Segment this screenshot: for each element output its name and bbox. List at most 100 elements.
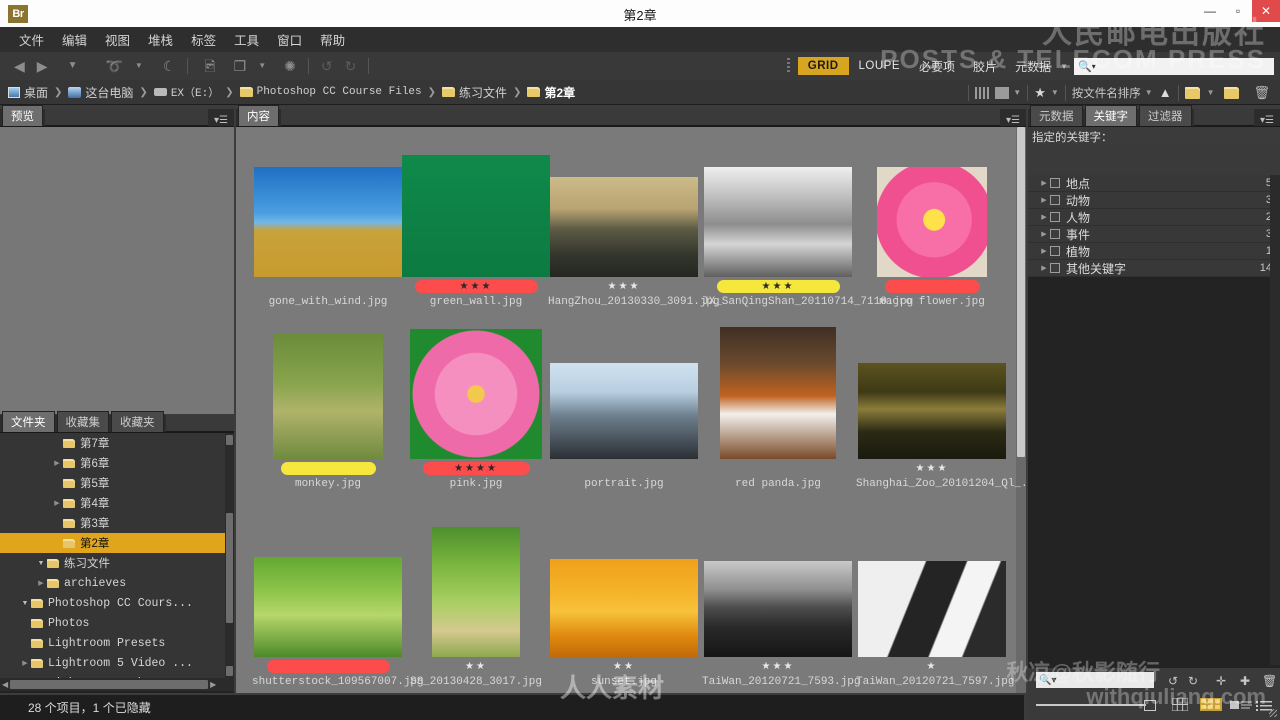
rotate-cw-icon-bottom[interactable]: ↻ (1188, 674, 1198, 688)
new-folder-icon[interactable] (1224, 86, 1240, 99)
chevron-right-icon[interactable]: ▶ (1038, 196, 1050, 204)
thumbnail-image[interactable] (720, 327, 836, 459)
thumbnail-image[interactable] (254, 167, 402, 277)
thumbnail-cell[interactable]: ★★ sunset.jpg (548, 517, 700, 689)
keyword-checkbox[interactable] (1050, 195, 1060, 205)
color-label-chip[interactable]: ★★★ (716, 280, 840, 293)
chevron-right-icon[interactable]: ▶ (36, 579, 46, 587)
tab-preview[interactable]: 预览 (2, 105, 43, 126)
thumbnail-cell[interactable]: ★★★★ pink.jpg (400, 319, 552, 491)
breadcrumb-item-chapter2[interactable]: 第2章 (527, 84, 575, 101)
resize-grip-icon[interactable] (1269, 709, 1277, 717)
thumbnail-cell[interactable]: portrait.jpg (548, 319, 700, 491)
tab-keywords[interactable]: 关键字 (1084, 105, 1137, 126)
thumbnail-image[interactable] (550, 559, 698, 657)
keyword-row[interactable]: ▶ 动物 3 (1028, 192, 1280, 209)
folder-tree-item[interactable]: ▶ 第4章 (0, 493, 234, 513)
thumbnail-image[interactable] (432, 527, 520, 657)
search-chevron-down-icon[interactable]: ▾ (1092, 62, 1096, 71)
thumbnail-image[interactable] (704, 167, 852, 277)
close-button[interactable]: ✕ (1252, 0, 1280, 22)
rating-stars[interactable]: ★★★ (762, 280, 795, 293)
sort-direction-icon[interactable]: ▲ (1159, 85, 1172, 100)
chevron-right-icon[interactable]: ▶ (1038, 213, 1050, 221)
keyword-checkbox[interactable] (1050, 263, 1060, 273)
hscroll-right-arrow-icon[interactable]: ▶ (208, 680, 218, 689)
folder-tree-item[interactable]: ▶ Lightroom 5 Video ... (0, 653, 234, 673)
rating-stars[interactable]: ★★ (400, 660, 552, 673)
tab-filter[interactable]: 过滤器 (1139, 105, 1192, 126)
thumbnail-cell[interactable]: macro flower.jpg (856, 137, 1008, 309)
tab-metadata[interactable]: 元数据 (1030, 105, 1083, 126)
thumbnail-image[interactable] (704, 561, 852, 657)
chevron-right-icon[interactable]: ▶ (52, 499, 62, 507)
menu-edit[interactable]: 编辑 (53, 28, 96, 51)
folder-tree-item[interactable]: ▶ 第6章 (0, 453, 234, 473)
keyword-list[interactable]: ▶ 地点 5 ▶ 动物 3 ▶ 人物 2 ▶ 事件 3 ▶ 植物 1 ▶ 其他关键字 14 (1028, 175, 1280, 277)
workspace-loupe[interactable]: LOUPE (849, 57, 911, 75)
chevron-right-icon[interactable]: ▶ (52, 459, 62, 467)
star-filter-icon[interactable]: ★ (1034, 85, 1046, 101)
chevron-down-icon[interactable]: ▼ (36, 560, 46, 567)
chevron-right-icon[interactable]: ▶ (1038, 230, 1050, 238)
chevron-down-icon-2[interactable]: ▼ (129, 52, 149, 80)
maximize-button[interactable]: ▫ (1224, 0, 1252, 22)
rating-stars[interactable]: ★ (856, 660, 1008, 673)
menu-label[interactable]: 标签 (182, 28, 225, 51)
breadcrumb-item-computer[interactable]: 这台电脑 ❯ (68, 84, 153, 101)
minimize-button[interactable]: — (1196, 0, 1224, 22)
menu-stacks[interactable]: 堆栈 (139, 28, 182, 51)
rating-stars[interactable]: ★★★ (548, 280, 700, 293)
keyword-scrollbar[interactable] (1270, 175, 1280, 665)
folder-tree[interactable]: 第7章 ▶ 第6章 第5章 ▶ 第4章 第3章 第2章 ▼ 练习文件 ▶ archieves ▼ Phot… (0, 433, 234, 678)
folder-tree-item[interactable]: ▶Lightroom 5 Photos (0, 673, 234, 679)
thumbnail-image[interactable] (410, 329, 542, 459)
thumbnail-cell[interactable]: ★★★ HangZhou_20130330_3091.jpg (548, 137, 720, 309)
folder-tree-scrollbar[interactable] (225, 433, 234, 678)
tab-content[interactable]: 内容 (238, 105, 279, 126)
folder-tree-item[interactable]: 第5章 (0, 473, 234, 493)
sort-label[interactable]: 按文件名排序 (1072, 85, 1141, 101)
folder-tree-item[interactable]: Lightroom Presets (0, 633, 234, 653)
thumbnail-cell[interactable]: ★★★ Shanghai_Zoo_20101204_Ql_...00_137.jp… (856, 319, 1026, 491)
thumbnail-cell[interactable]: red panda.jpg (702, 319, 854, 491)
folder-tree-item[interactable]: 第3章 (0, 513, 234, 533)
details-view-icon-bottom[interactable] (1230, 698, 1252, 712)
rotate-ccw-icon[interactable]: ↺ (315, 52, 339, 80)
menu-tools[interactable]: 工具 (225, 28, 268, 51)
camera-import-icon[interactable]: 🖻 (194, 52, 221, 80)
thumbnail-size-slider[interactable] (1036, 700, 1156, 711)
add-keyword-icon[interactable]: ✛ (1216, 674, 1226, 688)
new-subkeyword-icon[interactable]: ✚ (1240, 674, 1250, 688)
rating-stars[interactable]: ★★★ (856, 462, 1008, 475)
thumbnail-image[interactable] (254, 557, 402, 657)
preview-panel-menu-icon[interactable]: ▾☰ (208, 115, 234, 126)
thumbnail-cell[interactable]: ★★★ green_wall.jpg (400, 137, 552, 309)
fill-view-icon[interactable] (995, 86, 1010, 99)
thumbnail-image[interactable] (550, 177, 698, 277)
tab-folders[interactable]: 文件夹 (2, 411, 55, 432)
tab-collections[interactable]: 收藏集 (56, 411, 109, 432)
right-panel-menu-icon[interactable]: ▾☰ (1254, 115, 1280, 126)
chevron-down-icon-3[interactable]: ▼ (252, 52, 272, 80)
grid-view-icon-bottom[interactable] (1171, 697, 1189, 712)
color-label-chip[interactable] (280, 462, 376, 475)
content-panel-menu-icon[interactable]: ▾☰ (1000, 115, 1026, 126)
rotate-cw-icon[interactable]: ↻ (339, 52, 363, 80)
thumbnail-grid[interactable]: gone_with_wind.jpg ★★★ green_wall.jpg ★★★ Ha… (236, 127, 1026, 693)
color-label-chip[interactable] (884, 280, 980, 293)
thumbnail-cell[interactable]: ★★★ TaiWan_20120721_7593.jpg (702, 517, 860, 689)
assigned-keywords-field[interactable] (1028, 145, 1280, 175)
keyword-row[interactable]: ▶ 地点 5 (1028, 175, 1280, 192)
thumbnail-image[interactable] (858, 363, 1006, 459)
rotate-icon[interactable]: ☾ (149, 52, 182, 80)
folder-tree-hscrollbar[interactable]: ◀ ▶ (0, 678, 234, 691)
workspace-filmstrip[interactable]: 胶片 (964, 55, 1006, 78)
folder-tree-item[interactable]: ▼ Photoshop CC Cours... (0, 593, 234, 613)
rating-stars[interactable]: ★★★ (702, 660, 854, 673)
refresh-icon[interactable]: ✺ (272, 52, 302, 80)
search-input[interactable]: 🔍 ▾ (1074, 57, 1274, 75)
rating-stars[interactable] (702, 462, 854, 475)
thumbnail-cell[interactable]: ★★★ JX_SanQingShan_20110714_7110.jpg (702, 137, 913, 309)
color-label-chip[interactable]: ★★★ (414, 280, 538, 293)
